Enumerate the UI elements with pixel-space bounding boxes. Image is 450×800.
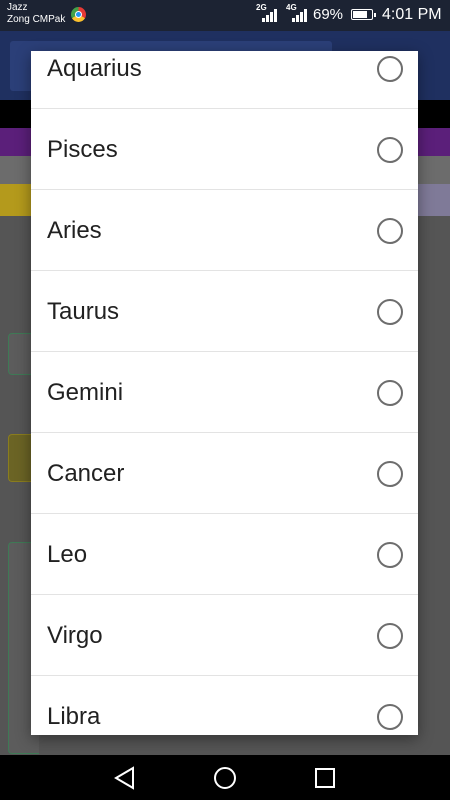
zodiac-option-label: Aries	[47, 217, 102, 244]
radio-button[interactable]	[377, 56, 403, 82]
radio-button[interactable]	[377, 623, 403, 649]
status-bar: Jazz Zong CMPak 2G 4G 69% 4:01 PM	[0, 0, 450, 31]
carrier-1: Jazz	[7, 2, 28, 13]
battery-icon	[351, 9, 376, 20]
zodiac-option-taurus[interactable]: Taurus	[31, 271, 418, 352]
radio-button[interactable]	[377, 542, 403, 568]
zodiac-option-label: Aquarius	[47, 55, 142, 82]
zodiac-option-label: Cancer	[47, 460, 125, 487]
zodiac-option-list: Aquarius Pisces Aries Taurus Gemini Cancer Leo…	[31, 51, 418, 735]
battery-percent: 69%	[313, 6, 344, 23]
zodiac-option-aquarius[interactable]: Aquarius	[31, 51, 418, 109]
zodiac-sign-dialog: Aquarius Pisces Aries Taurus Gemini Cancer Leo…	[31, 51, 418, 735]
home-icon[interactable]	[212, 765, 238, 791]
radio-button[interactable]	[377, 380, 403, 406]
radio-button[interactable]	[377, 299, 403, 325]
zodiac-option-libra[interactable]: Libra	[31, 676, 418, 735]
zodiac-option-pisces[interactable]: Pisces	[31, 109, 418, 190]
recents-icon[interactable]	[312, 765, 338, 791]
zodiac-option-label: Taurus	[47, 298, 120, 325]
radio-button[interactable]	[377, 218, 403, 244]
app-lavender-tab	[415, 184, 450, 216]
zodiac-option-label: Pisces	[47, 136, 118, 163]
signal-1-icon	[262, 8, 278, 22]
back-icon[interactable]	[112, 765, 138, 791]
zodiac-option-label: Leo	[47, 541, 88, 568]
zodiac-option-aries[interactable]: Aries	[31, 190, 418, 271]
radio-button[interactable]	[377, 137, 403, 163]
navigation-bar	[0, 755, 450, 800]
radio-button[interactable]	[377, 461, 403, 487]
zodiac-option-virgo[interactable]: Virgo	[31, 595, 418, 676]
zodiac-option-cancer[interactable]: Cancer	[31, 433, 418, 514]
zodiac-option-gemini[interactable]: Gemini	[31, 352, 418, 433]
carrier-info: Jazz Zong CMPak	[7, 2, 65, 26]
zodiac-option-label: Gemini	[47, 379, 124, 406]
radio-button[interactable]	[377, 704, 403, 730]
zodiac-option-label: Libra	[47, 703, 101, 730]
carrier-2: Zong CMPak	[7, 14, 66, 25]
signal-2-icon	[292, 8, 308, 22]
zodiac-option-label: Virgo	[47, 622, 103, 649]
clock: 4:01 PM	[382, 6, 442, 23]
chrome-notification-icon	[71, 7, 86, 22]
zodiac-option-leo[interactable]: Leo	[31, 514, 418, 595]
